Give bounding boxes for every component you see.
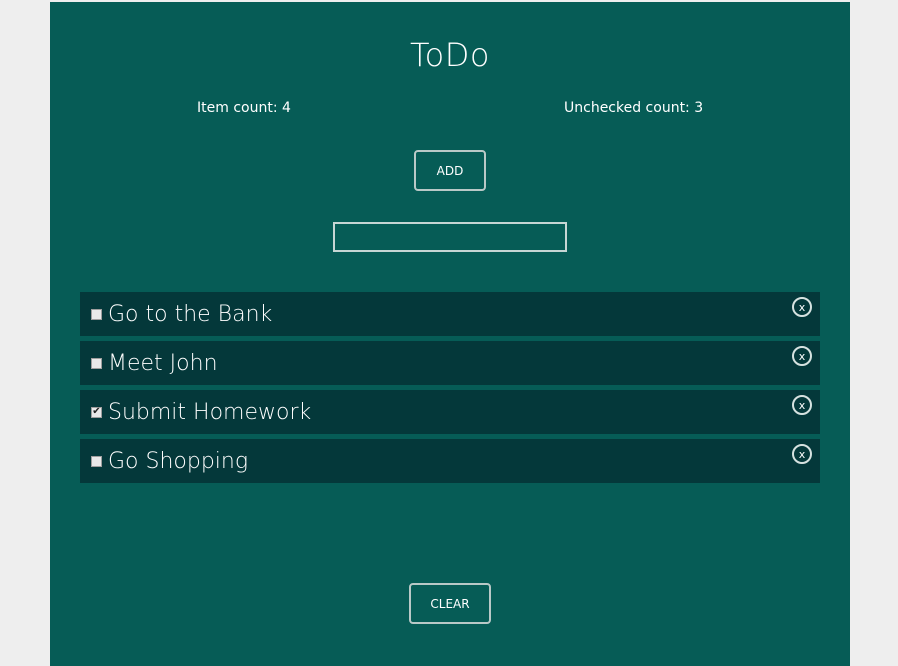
todo-checkbox[interactable]: ✔ [91, 406, 102, 418]
todo-label: Submit Homework [108, 399, 312, 425]
todo-checkbox[interactable] [91, 357, 102, 369]
todo-item: ✔ Submit Homework x [80, 390, 820, 434]
remove-button[interactable]: x [792, 297, 812, 317]
todo-item: Go to the Bank x [80, 292, 820, 336]
todo-checkbox[interactable] [91, 308, 102, 320]
todo-app: ToDo Item count: 4 Unchecked count: 3 AD… [50, 2, 850, 666]
todo-item: Go Shopping x [80, 439, 820, 483]
todo-label: Go Shopping [108, 448, 249, 474]
page-title: ToDo [410, 36, 490, 74]
todo-label: Meet John [108, 350, 218, 376]
remove-button[interactable]: x [792, 346, 812, 366]
todo-item: Meet John x [80, 341, 820, 385]
unchecked-count: Unchecked count: 3 [564, 100, 704, 116]
todo-checkbox[interactable] [91, 455, 102, 467]
remove-button[interactable]: x [792, 395, 812, 415]
todo-list: Go to the Bank x Meet John x ✔ Submit Ho… [80, 292, 820, 488]
item-count: Item count: 4 [197, 100, 291, 116]
todo-input[interactable] [333, 222, 567, 252]
clear-button[interactable]: CLEAR [409, 583, 491, 624]
remove-button[interactable]: x [792, 444, 812, 464]
add-button[interactable]: ADD [414, 150, 486, 191]
todo-label: Go to the Bank [108, 301, 273, 327]
